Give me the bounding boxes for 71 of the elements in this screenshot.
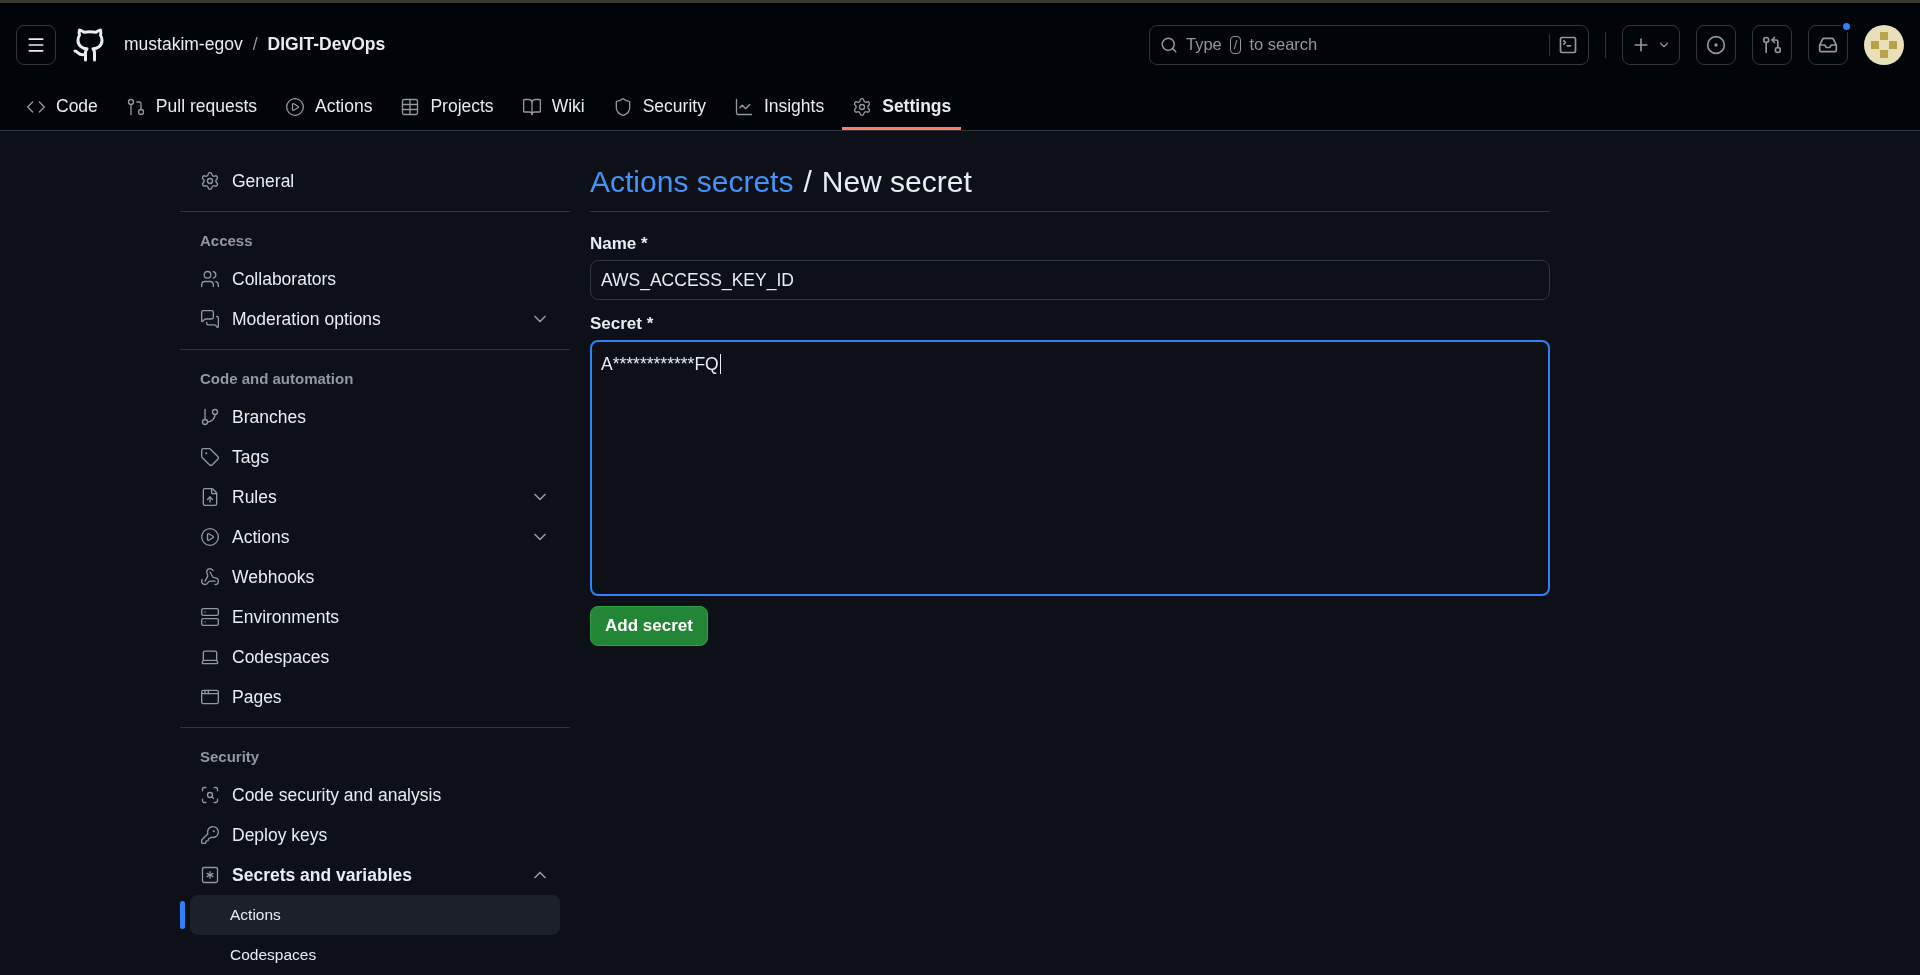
repo-tab[interactable]: Insights bbox=[723, 96, 835, 130]
rules-icon bbox=[200, 487, 220, 507]
repo-tab[interactable]: Settings bbox=[842, 96, 962, 130]
name-input-field[interactable]: AWS_ACCESS_KEY_ID bbox=[590, 260, 1550, 300]
webhook-icon bbox=[200, 567, 220, 587]
people-icon bbox=[200, 269, 220, 289]
search-icon bbox=[1160, 35, 1178, 54]
sidebar-heading: Access bbox=[199, 231, 254, 251]
sidebar-heading: Security bbox=[199, 747, 261, 767]
browser-window-icon bbox=[200, 687, 220, 707]
repo-tab[interactable]: Wiki bbox=[511, 96, 595, 130]
book-icon bbox=[521, 96, 542, 117]
search-placeholder: Type bbox=[1186, 35, 1222, 54]
sidebar-heading: Code and automation bbox=[199, 369, 355, 389]
owner-link[interactable]: mustakim-egov bbox=[124, 34, 243, 55]
inbox-button[interactable] bbox=[1808, 24, 1848, 65]
repo-tab[interactable]: Security bbox=[602, 96, 716, 130]
sidebar-item[interactable]: General bbox=[180, 161, 570, 201]
pull-requests-button[interactable] bbox=[1752, 24, 1792, 65]
issues-button[interactable] bbox=[1696, 24, 1736, 65]
repo-tab[interactable]: Pull requests bbox=[115, 96, 267, 130]
field-label: Name * bbox=[590, 234, 649, 254]
page-title: New secret bbox=[821, 165, 972, 199]
comments-icon bbox=[200, 309, 220, 329]
tag-icon bbox=[200, 447, 220, 467]
menu-button[interactable] bbox=[16, 24, 56, 65]
graph-icon bbox=[733, 96, 754, 117]
repo-tab[interactable]: Code bbox=[16, 96, 108, 130]
shortcut-key: / bbox=[1229, 35, 1242, 54]
repo-tab[interactable]: Projects bbox=[390, 96, 504, 130]
sidebar-item[interactable]: Moderation options bbox=[180, 299, 570, 339]
sidebar-item[interactable]: Codespaces bbox=[180, 637, 570, 677]
sidebar-item[interactable]: Webhooks bbox=[180, 557, 570, 597]
command-palette-icon[interactable] bbox=[1558, 34, 1578, 55]
search-placeholder: to search bbox=[1249, 35, 1318, 54]
sidebar-item[interactable]: Rules bbox=[180, 477, 570, 517]
scan-icon bbox=[200, 785, 220, 805]
repo-tab[interactable]: Actions bbox=[275, 96, 383, 130]
field-label: Secret * bbox=[590, 314, 655, 334]
key-icon bbox=[200, 825, 220, 845]
gear-icon bbox=[852, 96, 873, 117]
create-new-button[interactable] bbox=[1622, 24, 1680, 65]
sidebar-item[interactable]: Code security and analysis bbox=[180, 775, 570, 815]
sidebar-item[interactable]: Deploy keys bbox=[180, 815, 570, 855]
table-icon bbox=[400, 96, 421, 117]
circle-dot-icon bbox=[1706, 34, 1726, 55]
play-icon bbox=[200, 527, 220, 547]
sidebar-item[interactable]: Tags bbox=[180, 437, 570, 477]
breadcrumb-separator: / bbox=[803, 165, 812, 199]
search-field[interactable]: Type / to search bbox=[1149, 24, 1589, 65]
breadcrumb-link[interactable]: Actions secrets bbox=[590, 165, 794, 199]
sidebar-item[interactable]: Environments bbox=[180, 597, 570, 637]
path-separator: / bbox=[252, 34, 258, 55]
pull-request-icon bbox=[125, 96, 146, 117]
avatar[interactable] bbox=[1864, 24, 1904, 65]
branch-icon bbox=[200, 407, 220, 427]
sidebar-item[interactable]: Pages bbox=[180, 677, 570, 717]
sidebar-item[interactable]: Secrets and variables bbox=[180, 855, 570, 895]
secret-text-area[interactable]: A************FQ bbox=[590, 340, 1550, 596]
sidebar-item[interactable]: Branches bbox=[180, 397, 570, 437]
pull-request-icon bbox=[1762, 34, 1782, 55]
gear-icon bbox=[200, 171, 220, 191]
selection-marker bbox=[180, 901, 185, 929]
play-icon bbox=[285, 96, 305, 117]
sidebar-subitem[interactable]: Codespaces bbox=[190, 935, 560, 975]
repo-link[interactable]: DIGIT-DevOps bbox=[267, 34, 386, 55]
asterisk-icon bbox=[200, 865, 220, 885]
sidebar-item[interactable]: Actions bbox=[180, 517, 570, 557]
server-icon bbox=[200, 607, 220, 627]
sidebar-item[interactable]: Collaborators bbox=[180, 259, 570, 299]
add-secret-button[interactable]: Add secret bbox=[590, 606, 708, 646]
